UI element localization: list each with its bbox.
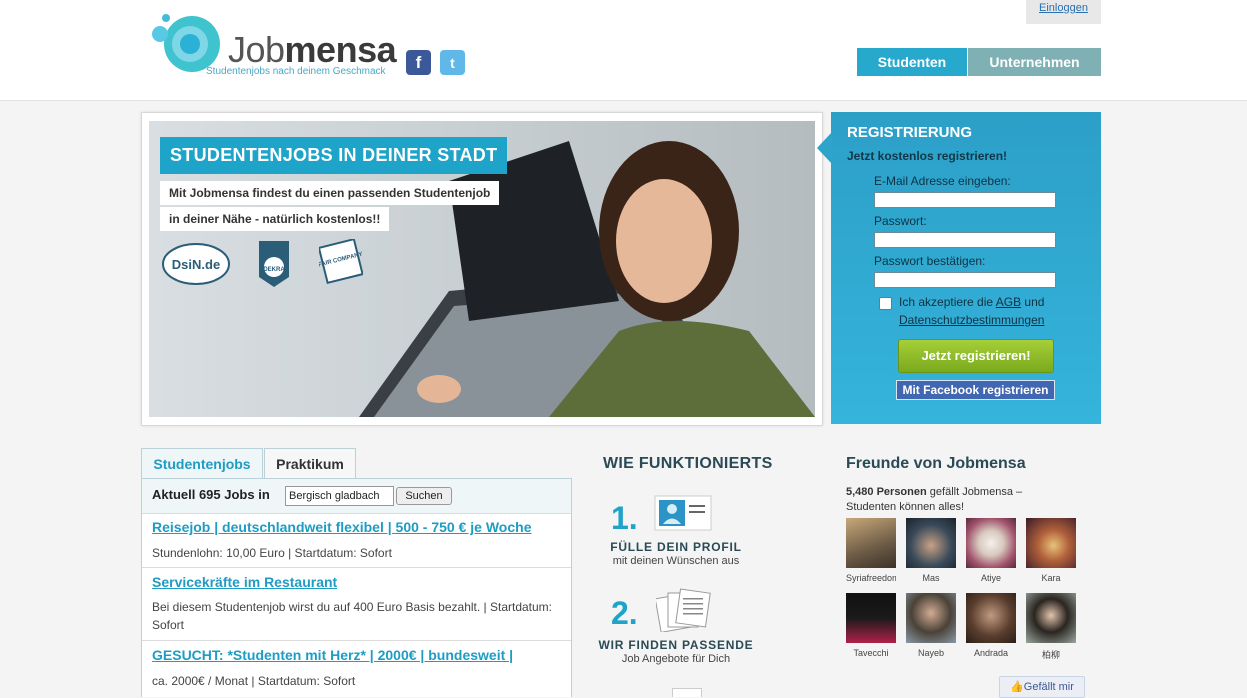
city-input[interactable]: Bergisch gladbach [285,486,394,506]
hero-text-line-1: Mit Jobmensa findest du einen passenden … [160,181,500,205]
friend-name: Atiye [980,573,1001,583]
tab-studentenjobs[interactable]: Studentenjobs [141,448,263,479]
step-subtext: mit deinen Wünschen aus [612,555,740,567]
logo[interactable]: Jobmensa Studentenjobs nach deinem Gesch… [150,14,400,78]
job-description: ca. 2000€ / Monat | Startdatum: Sofort [152,674,356,688]
password-confirm-field[interactable] [874,272,1056,288]
privacy-link[interactable]: Datenschutzbestimmungen [899,313,1044,327]
registration-subtitle: Jetzt kostenlos registrieren! [847,149,1008,163]
facebook-icon[interactable]: f [406,50,431,75]
email-label: E-Mail Adresse eingeben: [874,174,1011,188]
hero-text-line-2: in deiner Nähe - natürlich kostenlos!! [160,207,390,231]
facebook-like-button[interactable]: 👍Gefällt mir [999,676,1085,698]
terms-text: Ich akzeptiere die AGB und Datenschutzbe… [899,295,1045,327]
friend-photo [906,518,956,568]
facebook-register-button[interactable]: Mit Facebook registrieren [896,380,1055,400]
job-item: Servicekräfte im Restaurant Bei diesem S… [142,568,571,641]
search-button[interactable]: Suchen [396,487,452,505]
friend-name: 柏柳 [1041,650,1060,660]
agb-link[interactable]: AGB [996,295,1021,309]
friend-avatar[interactable]: Kara [1026,518,1076,583]
step-number: 1. [611,500,638,536]
job-title-link[interactable]: GESUCHT: *Studenten mit Herz* | 2000€ | … [152,647,513,663]
thumbs-up-icon: 👍 [1010,681,1024,693]
friend-name: Tavecchi [853,648,889,658]
svg-text:DsiN.de: DsiN.de [172,257,220,272]
friend-photo [1026,518,1076,568]
job-title-link[interactable]: Servicekräfte im Restaurant [152,574,337,590]
friend-photo [846,593,896,643]
friend-photo [966,518,1016,568]
tab-praktikum[interactable]: Praktikum [264,448,356,479]
hero-banner: STUDENTENJOBS IN DEINER STADT Mit Jobmen… [141,112,823,426]
header: Jobmensa Studentenjobs nach deinem Gesch… [0,0,1247,101]
friend-name: Nayeb [917,648,944,658]
step-subtext: Job Angebote für Dich [621,653,731,665]
hero-headline: STUDENTENJOBS IN DEINER STADT [160,137,508,174]
friend-avatar[interactable]: Syriafreedom [846,518,896,583]
job-title-link[interactable]: Reisejob | deutschlandweit flexibel | 50… [152,519,531,535]
friend-avatar[interactable]: Atiye [966,518,1016,583]
job-description: Bei diesem Studentenjob wirst du auf 400… [152,600,553,632]
step-number: 2. [611,595,638,631]
friends-count: 5,480 Personen gefällt Jobmensa – Studen… [846,486,1023,513]
friend-photo [966,593,1016,643]
friend-avatar[interactable]: Mas [906,518,956,583]
password-confirm-label: Passwort bestätigen: [874,254,986,268]
nav-students-button[interactable]: Studenten [857,48,967,76]
jobs-list: Aktuell 695 Jobs in Bergisch gladbach Su… [141,478,572,697]
terms-checkbox[interactable] [879,297,892,310]
friend-photo [906,593,956,643]
dekra-badge-icon: DEKRA [259,241,289,287]
jobs-search-bar: Aktuell 695 Jobs in Bergisch gladbach Su… [142,479,571,514]
step-heading: FÜLLE DEIN PROFIL [610,540,742,554]
registration-panel: REGISTRIERUNG Jetzt kostenlos registrier… [817,112,1101,424]
documents-icon [656,588,711,632]
friend-photo [846,518,896,568]
dsin-badge-icon: DsiN.de [162,243,230,285]
register-button[interactable]: Jetzt registrieren! [898,339,1054,373]
friend-avatar[interactable]: 柏柳 [1026,593,1076,661]
friend-name: Syriafreedom [846,573,896,583]
password-field[interactable] [874,232,1056,248]
friend-name: Kara [1041,573,1061,583]
job-item: Reisejob | deutschlandweit flexibel | 50… [142,514,571,568]
friend-name: Andrada [973,648,1009,658]
login-link[interactable]: Einloggen [1026,0,1101,24]
job-description: Stundenlohn: 10,00 Euro | Startdatum: So… [152,546,392,560]
job-item: GESUCHT: *Studenten mit Herz* | 2000€ | … [142,641,571,697]
step-heading: WIR FINDEN PASSENDE [598,638,754,652]
svg-text:DEKRA: DEKRA [263,267,285,273]
fair-company-badge-icon: FAIR COMPANY [319,239,363,285]
friend-avatar[interactable]: Nayeb [906,593,956,658]
registration-arrow [817,132,832,164]
password-label: Passwort: [874,214,927,228]
logo-tagline: Studentenjobs nach deinem Geschmack [206,66,386,77]
hero-image: STUDENTENJOBS IN DEINER STADT Mit Jobmen… [149,121,815,417]
how-it-works-title: WIE FUNKTIONIERTS [603,455,773,472]
nav-companies-button[interactable]: Unternehmen [968,48,1101,76]
friend-name: Mas [922,573,940,583]
friends-title: Freunde von Jobmensa [846,455,1026,472]
logo-wordmark: Jobmensa [228,29,397,70]
email-field[interactable] [874,192,1056,208]
twitter-icon[interactable]: t [440,50,465,75]
profile-card-icon [654,495,712,531]
jobs-count: Aktuell 695 Jobs in [152,487,270,502]
friend-avatar[interactable]: Andrada [966,593,1016,658]
registration-title: REGISTRIERUNG [847,124,973,141]
friend-avatar[interactable]: Tavecchi [846,593,896,658]
friend-photo [1026,593,1076,643]
